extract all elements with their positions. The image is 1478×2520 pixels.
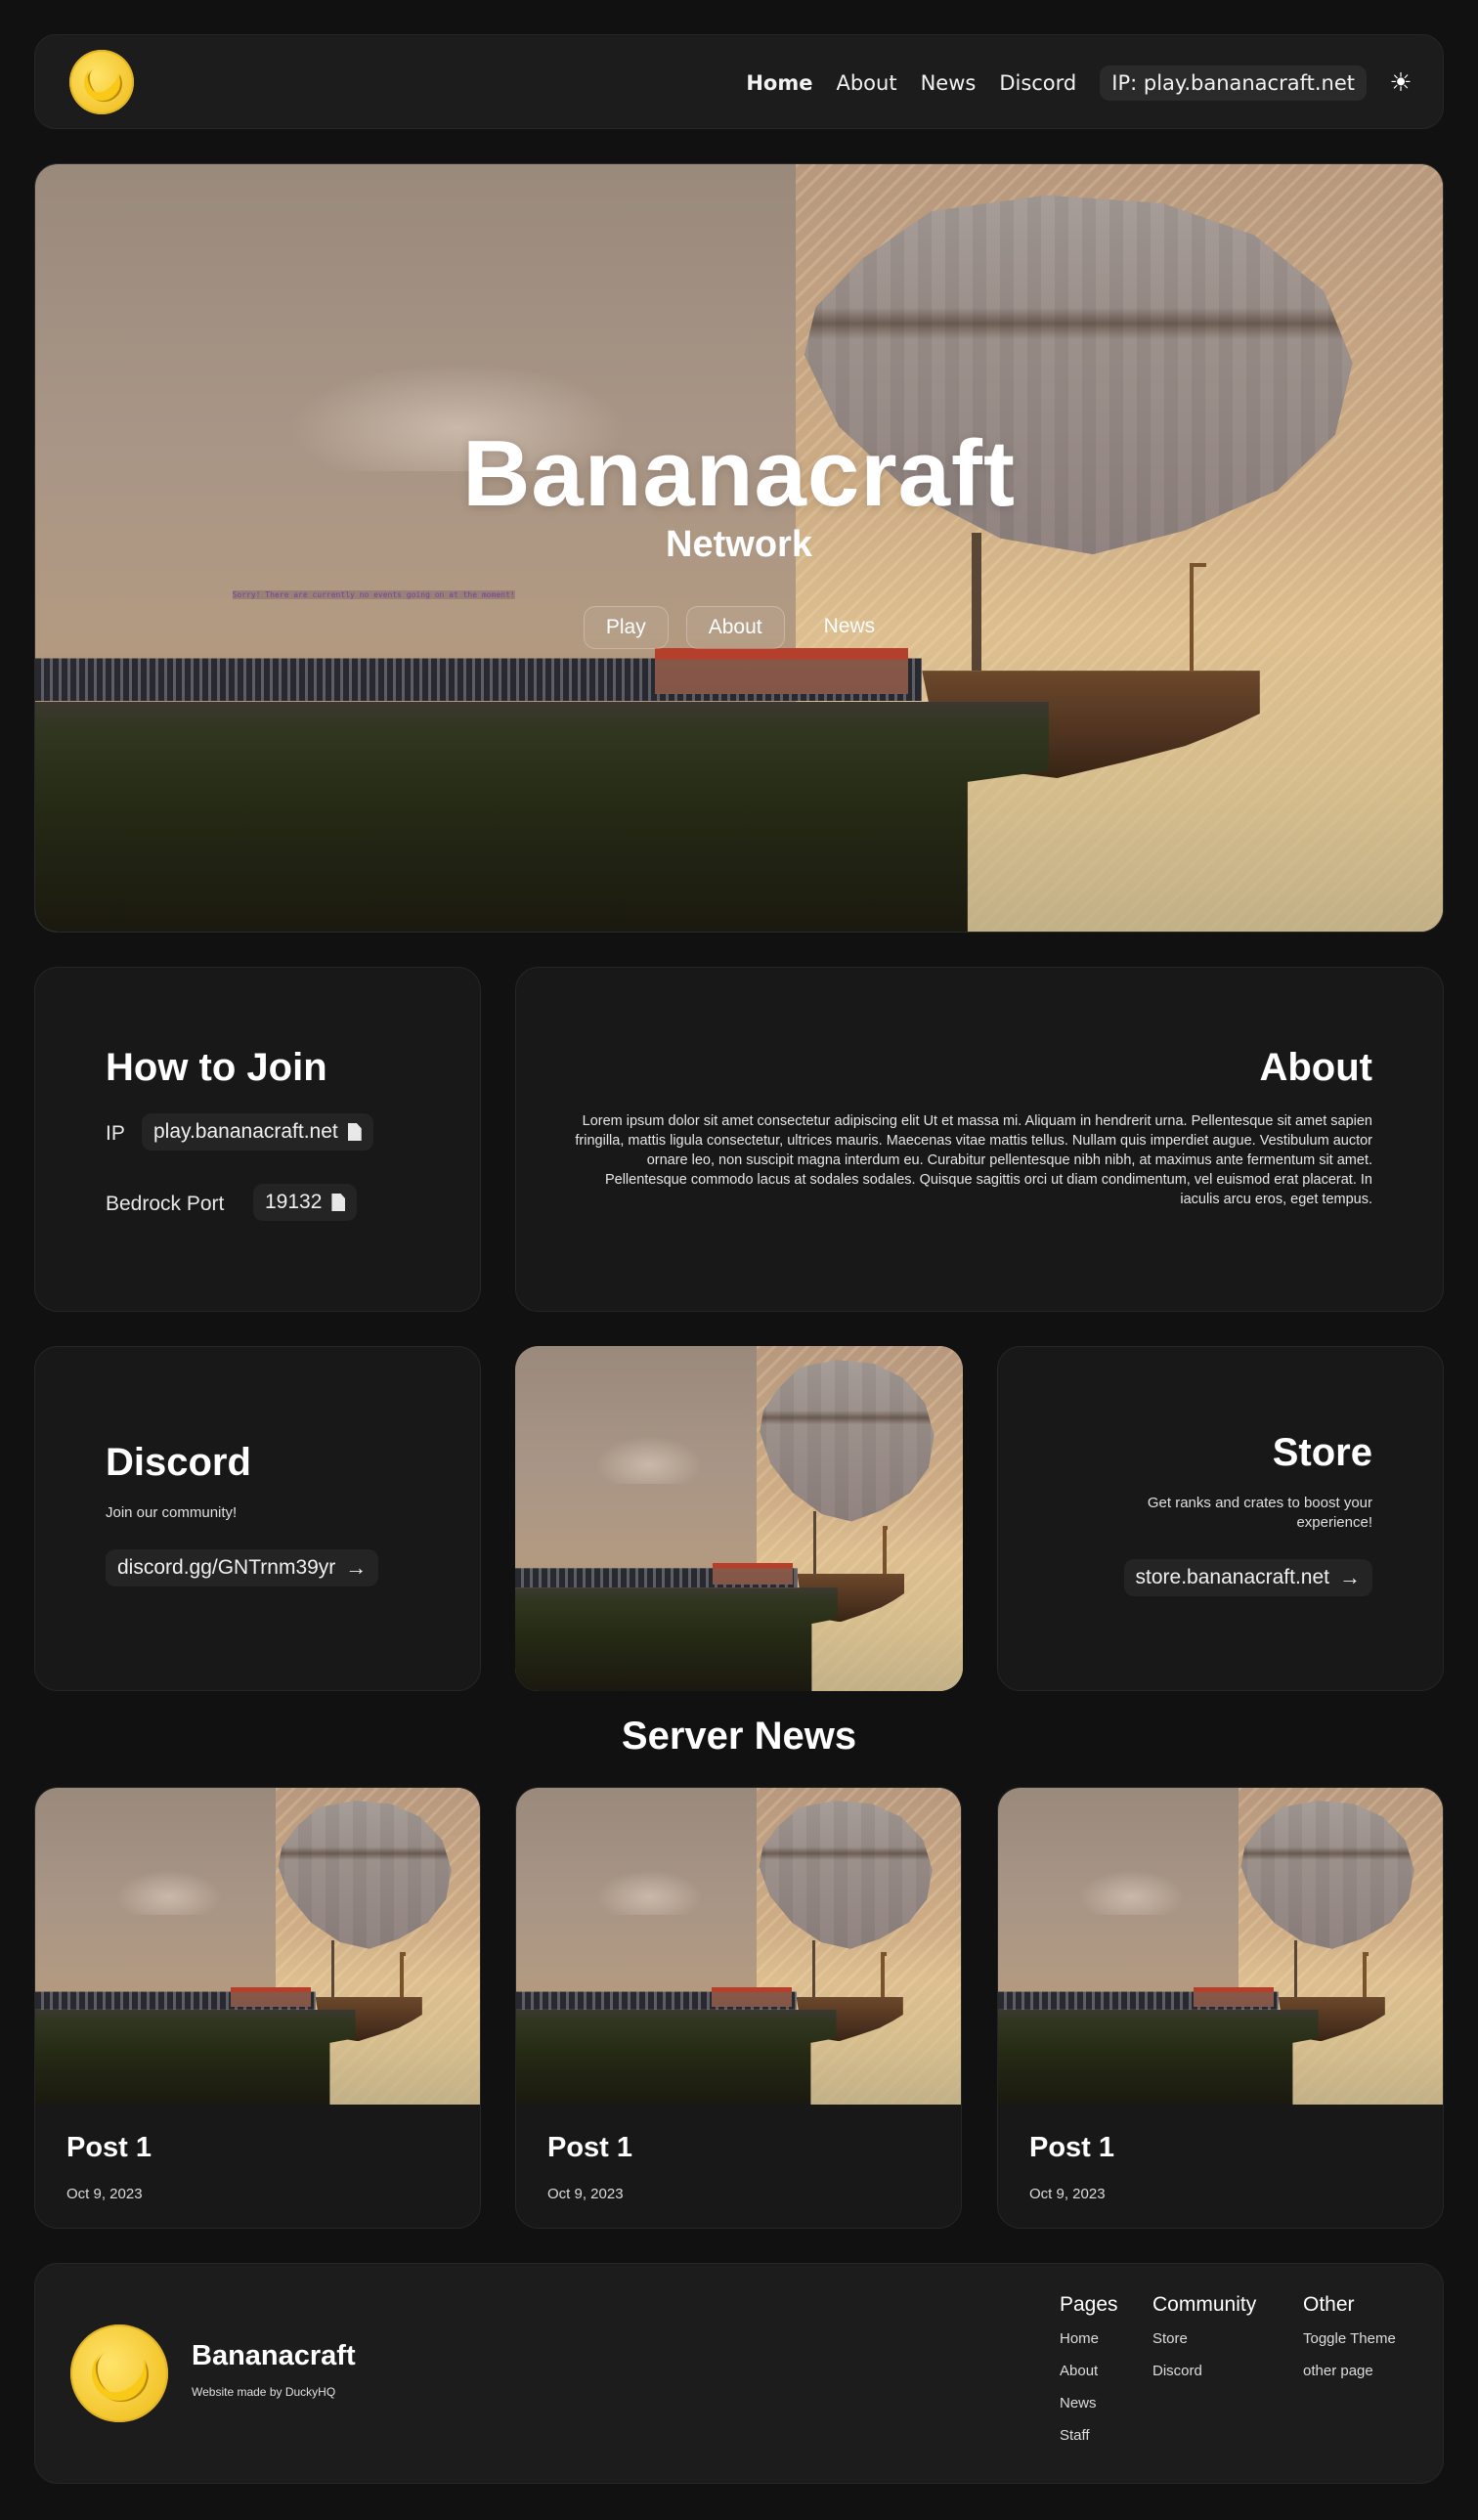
post-title: Post 1 [547, 2132, 633, 2163]
join-title: How to Join [106, 1046, 327, 1089]
news-post-card[interactable]: Post 1 Oct 9, 2023 [34, 1787, 481, 2229]
nav-links: Home About News Discord IP: play.bananac… [746, 35, 1413, 128]
nav-link-about[interactable]: About [836, 71, 896, 95]
footer-link-discord[interactable]: Discord [1152, 2363, 1256, 2379]
about-title: About [1259, 1046, 1372, 1089]
discord-tagline: Join our community! [106, 1504, 238, 1521]
footer-brand: Bananacraft [192, 2340, 356, 2371]
footer-heading: Other [1303, 2293, 1355, 2316]
port-copy-pill[interactable]: 19132 [253, 1184, 358, 1221]
footer-column-pages: Pages Home About News Staff [1060, 2293, 1118, 2459]
store-title: Store [1272, 1431, 1372, 1474]
footer-heading: Pages [1060, 2293, 1118, 2316]
arrow-right-icon: → [345, 1555, 368, 1580]
about-card: About Lorem ipsum dolor sit amet consect… [515, 967, 1444, 1312]
store-link-pill[interactable]: store.bananacraft.net → [1123, 1559, 1372, 1596]
nav-link-discord[interactable]: Discord [999, 71, 1076, 95]
play-button[interactable]: Play [583, 606, 669, 649]
post-thumbnail [998, 1788, 1443, 2105]
footer-link-toggle-theme[interactable]: Toggle Theme [1303, 2330, 1396, 2347]
ip-copy-pill[interactable]: play.bananacraft.net [142, 1113, 373, 1151]
post-thumbnail [516, 1788, 961, 2105]
footer-link-other-page[interactable]: other page [1303, 2363, 1396, 2379]
footer-link-about[interactable]: About [1060, 2363, 1118, 2379]
discord-title: Discord [106, 1441, 251, 1484]
about-body-text: Lorem ipsum dolor sit amet consectetur a… [575, 1113, 1372, 1207]
hero-content: Bananacraft Network Play About News [35, 164, 1443, 932]
store-tagline: Get ranks and crates to boost your exper… [1147, 1495, 1372, 1531]
top-navbar: Home About News Discord IP: play.bananac… [34, 34, 1444, 129]
banana-logo-icon[interactable] [69, 50, 134, 114]
footer-link-store[interactable]: Store [1152, 2330, 1256, 2347]
footer-link-home[interactable]: Home [1060, 2330, 1118, 2347]
hero-subtitle: Network [666, 524, 812, 565]
hero-banner: Sorry! There are currently no events goi… [34, 163, 1444, 933]
footer-link-news[interactable]: News [1060, 2395, 1118, 2411]
bedrock-port-label: Bedrock Port [106, 1193, 225, 1215]
discord-card: Discord Join our community! discord.gg/G… [34, 1346, 481, 1691]
server-news-title: Server News [621, 1715, 857, 1758]
footer-credit: Website made by DuckyHQ [192, 2385, 336, 2399]
footer-column-other: Other Toggle Theme other page [1303, 2293, 1396, 2395]
copy-file-icon[interactable] [331, 1194, 346, 1211]
banana-logo-icon [70, 2324, 168, 2422]
ip-value: play.bananacraft.net [153, 1120, 338, 1143]
copy-file-icon[interactable] [347, 1123, 362, 1141]
discord-link-pill[interactable]: discord.gg/GNTrnm39yr → [106, 1549, 379, 1586]
post-title: Post 1 [66, 2132, 152, 2163]
news-button[interactable]: News [803, 606, 897, 649]
screenshot-image [515, 1346, 963, 1691]
nav-link-home[interactable]: Home [746, 71, 812, 95]
store-card: Store Get ranks and crates to boost your… [997, 1346, 1444, 1691]
ip-label: IP [106, 1122, 125, 1145]
server-ip-pill[interactable]: IP: play.bananacraft.net [1100, 65, 1367, 101]
hero-title: Bananacraft [462, 421, 1016, 526]
news-post-card[interactable]: Post 1 Oct 9, 2023 [997, 1787, 1444, 2229]
post-date: Oct 9, 2023 [547, 2186, 624, 2202]
footer-column-community: Community Store Discord [1152, 2293, 1256, 2395]
post-date: Oct 9, 2023 [66, 2186, 143, 2202]
store-link: store.bananacraft.net [1135, 1566, 1329, 1588]
footer-heading: Community [1152, 2293, 1257, 2316]
post-title: Post 1 [1029, 2132, 1115, 2163]
about-button[interactable]: About [685, 606, 785, 649]
port-value: 19132 [265, 1191, 323, 1213]
arrow-right-icon: → [1339, 1565, 1361, 1589]
post-date: Oct 9, 2023 [1029, 2186, 1106, 2202]
sun-icon[interactable]: ☀ [1388, 68, 1413, 98]
footer: Bananacraft Website made by DuckyHQ Page… [34, 2263, 1444, 2484]
how-to-join-card: How to Join IP play.bananacraft.net Bedr… [34, 967, 481, 1312]
discord-link: discord.gg/GNTrnm39yr [117, 1556, 336, 1579]
hero-buttons: Play About News [35, 606, 1443, 649]
post-thumbnail [35, 1788, 480, 2105]
news-post-card[interactable]: Post 1 Oct 9, 2023 [515, 1787, 962, 2229]
footer-link-staff[interactable]: Staff [1060, 2427, 1118, 2444]
nav-link-news[interactable]: News [921, 71, 977, 95]
